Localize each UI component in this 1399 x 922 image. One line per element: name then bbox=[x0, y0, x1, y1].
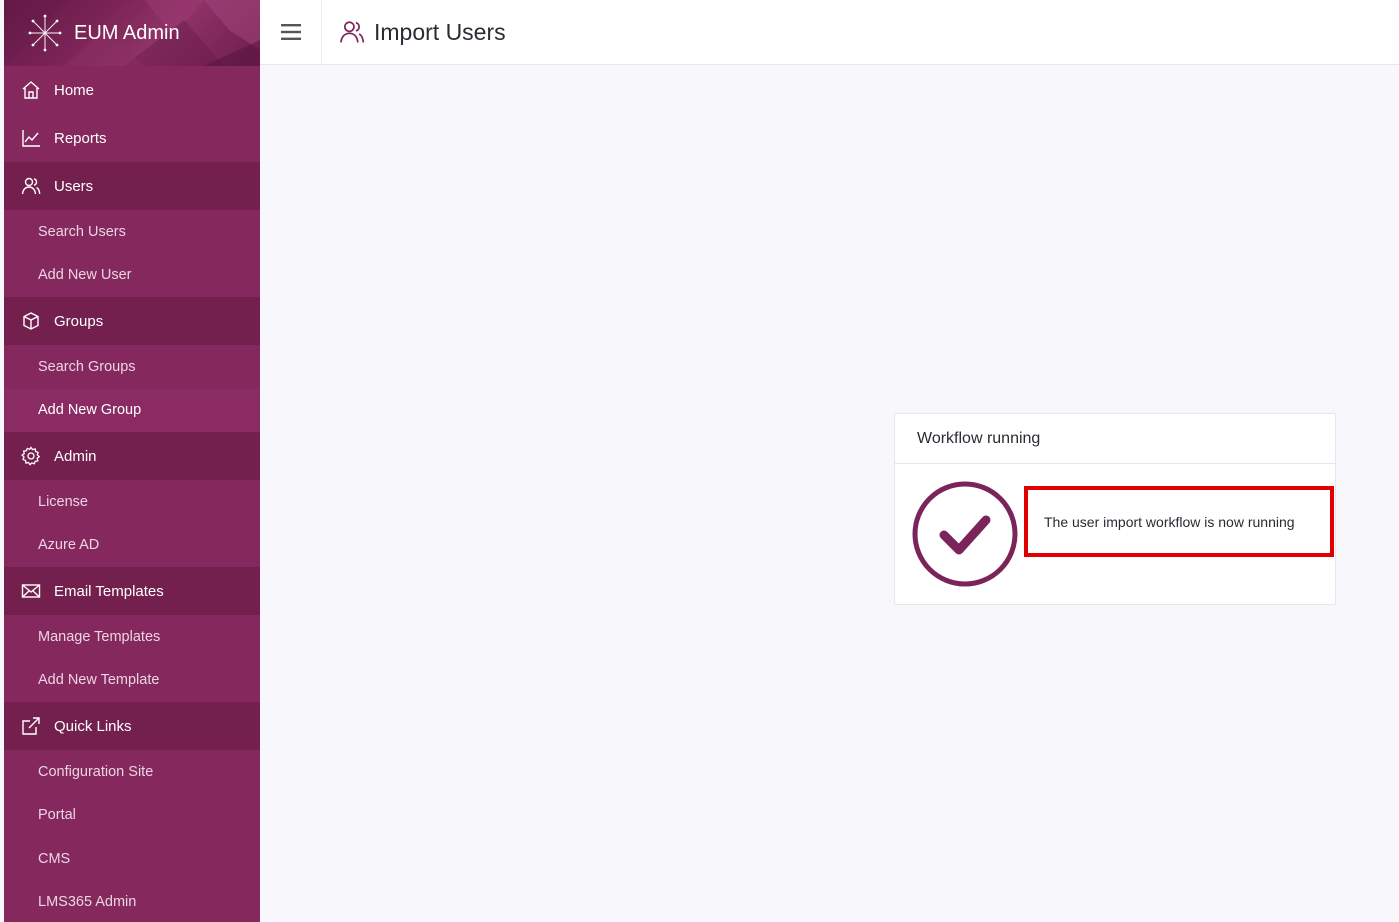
sidebar-item-label: Admin bbox=[54, 447, 97, 465]
sidebar: EUM Admin Home Reports Users Search User… bbox=[4, 0, 260, 922]
cube-icon bbox=[20, 310, 42, 332]
sidebar-item-email-templates[interactable]: Email Templates bbox=[4, 567, 260, 615]
sidebar-item-cms[interactable]: CMS bbox=[4, 837, 260, 881]
top-bar: Import Users bbox=[260, 0, 1399, 65]
card-title: Workflow running bbox=[895, 414, 1335, 464]
sidebar-item-configuration-site[interactable]: Configuration Site bbox=[4, 750, 260, 794]
sidebar-item-add-new-template[interactable]: Add New Template bbox=[4, 659, 260, 703]
status-message: The user import workflow is now running bbox=[1044, 513, 1295, 530]
sidebar-item-add-new-user[interactable]: Add New User bbox=[4, 254, 260, 298]
logo-icon bbox=[28, 14, 62, 52]
sidebar-item-label: Groups bbox=[54, 312, 104, 330]
sidebar-item-groups[interactable]: Groups bbox=[4, 297, 260, 345]
sidebar-item-label: Users bbox=[54, 177, 94, 195]
mail-icon bbox=[20, 580, 42, 602]
sidebar-item-users[interactable]: Users bbox=[4, 162, 260, 210]
sidebar-item-home[interactable]: Home bbox=[4, 66, 260, 114]
workflow-status-card: Workflow running The user import workflo… bbox=[894, 413, 1336, 605]
sidebar-item-lms365-admin[interactable]: LMS365 Admin bbox=[4, 881, 260, 922]
sidebar-item-add-new-group[interactable]: Add New Group bbox=[4, 388, 260, 432]
external-link-icon bbox=[20, 715, 42, 737]
hamburger-icon bbox=[280, 24, 301, 40]
sidebar-item-manage-templates[interactable]: Manage Templates bbox=[4, 615, 260, 659]
sidebar-item-admin[interactable]: Admin bbox=[4, 432, 260, 480]
home-icon bbox=[20, 79, 42, 101]
sidebar-item-portal[interactable]: Portal bbox=[4, 794, 260, 838]
sidebar-item-azure-ad[interactable]: Azure AD bbox=[4, 524, 260, 568]
brand-title: EUM Admin bbox=[74, 21, 180, 44]
page-title: Import Users bbox=[374, 18, 506, 45]
sidebar-item-search-users[interactable]: Search Users bbox=[4, 210, 260, 254]
page-header: Import Users bbox=[322, 19, 506, 46]
chart-icon bbox=[20, 127, 42, 149]
sidebar-item-label: Quick Links bbox=[54, 717, 132, 735]
sidebar-item-quick-links[interactable]: Quick Links bbox=[4, 702, 260, 750]
gear-icon bbox=[20, 445, 42, 467]
brand-header[interactable]: EUM Admin bbox=[4, 0, 260, 66]
users-icon bbox=[20, 175, 42, 197]
users-icon bbox=[340, 21, 365, 43]
status-message-highlight: The user import workflow is now running bbox=[1024, 486, 1334, 557]
sidebar-item-label: Reports bbox=[54, 129, 107, 147]
sidebar-item-label: Home bbox=[54, 81, 95, 99]
check-circle-icon bbox=[912, 481, 1018, 587]
sidebar-item-search-groups[interactable]: Search Groups bbox=[4, 345, 260, 389]
menu-toggle-button[interactable] bbox=[260, 0, 322, 65]
sidebar-item-license[interactable]: License bbox=[4, 480, 260, 524]
sidebar-item-label: Email Templates bbox=[54, 582, 164, 600]
sidebar-item-reports[interactable]: Reports bbox=[4, 114, 260, 162]
